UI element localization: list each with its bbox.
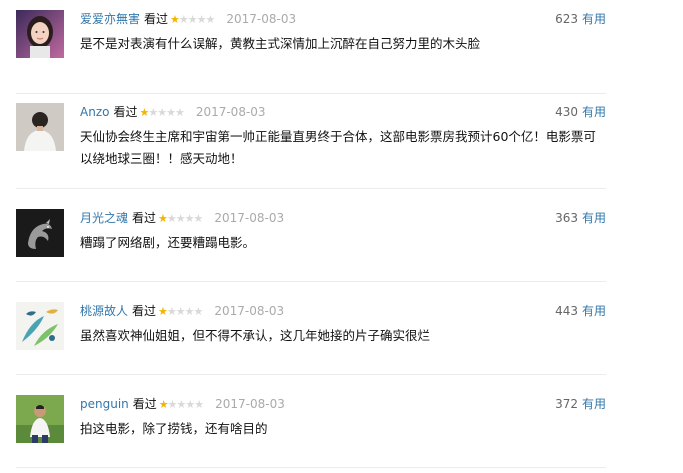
divider [16, 467, 606, 468]
watch-status: 看过 [113, 105, 138, 119]
rating-stars: ★★★★★ [158, 396, 204, 414]
rating-stars: ★★★★★ [170, 11, 215, 29]
vote-count: 443 [555, 304, 578, 318]
useful-button[interactable]: 有用 [582, 304, 606, 318]
vote-area: 430 有用 [555, 103, 606, 121]
avatar[interactable] [16, 302, 64, 350]
rating-stars: ★★★★★ [158, 303, 203, 321]
vote-count: 430 [555, 105, 578, 119]
comment-text: 虽然喜欢神仙姐姐，但不得不承认，这几年她接的片子确实很烂 [80, 328, 431, 343]
comment-date: 2017-08-03 [214, 211, 285, 225]
vote-area: 443 有用 [555, 302, 606, 320]
vote-area: 363 有用 [555, 209, 606, 227]
comment-meta: Anzo 看过 ★★★★★ 2017-08-03 [80, 103, 266, 121]
watch-status: 看过 [132, 211, 157, 225]
divider [16, 188, 606, 189]
vote-count: 623 [555, 12, 578, 26]
comment-date: 2017-08-03 [214, 304, 285, 318]
comment-meta: 爱爱亦無害 看过 ★★★★★ 2017-08-03 [80, 10, 296, 28]
avatar[interactable] [16, 10, 64, 58]
watch-status: 看过 [132, 304, 157, 318]
woman-portrait-icon [16, 10, 64, 58]
star-filled-icon: ★ [158, 398, 169, 411]
useful-button[interactable]: 有用 [582, 12, 606, 26]
comment-meta: 月光之魂 看过 ★★★★★ 2017-08-03 [80, 209, 284, 227]
watch-status: 看过 [144, 12, 169, 26]
vote-count: 363 [555, 211, 578, 225]
rating-stars: ★★★★★ [158, 210, 203, 228]
comment-date: 2017-08-03 [195, 105, 266, 119]
comment-text: 拍这电影，除了捞钱，还有啥目的 [80, 421, 268, 436]
username-link[interactable]: 月光之魂 [80, 211, 128, 225]
vote-area: 372 有用 [555, 395, 606, 413]
star-filled-icon: ★ [170, 13, 180, 26]
star-empty-icon: ★★★★ [166, 212, 203, 225]
man-back-icon [16, 103, 64, 151]
watch-status: 看过 [132, 397, 157, 411]
leaf-art-icon [16, 302, 64, 350]
username-link[interactable]: penguin [80, 397, 129, 411]
useful-button[interactable]: 有用 [582, 105, 606, 119]
vote-count: 372 [555, 397, 578, 411]
avatar[interactable] [16, 103, 64, 151]
username-link[interactable]: Anzo [80, 105, 109, 119]
divider [16, 281, 606, 282]
avatar[interactable] [16, 395, 64, 443]
star-filled-icon: ★ [158, 305, 168, 318]
vote-area: 623 有用 [555, 10, 606, 28]
star-empty-icon: ★★★★ [178, 13, 215, 26]
rating-stars: ★★★★★ [139, 104, 184, 122]
divider [16, 93, 606, 94]
username-link[interactable]: 爱爱亦無害 [80, 12, 140, 26]
star-empty-icon: ★★★★ [148, 106, 184, 119]
comment-meta: 桃源故人 看过 ★★★★★ 2017-08-03 [80, 302, 284, 320]
comment-text: 糟蹋了网络剧，还要糟蹋电影。 [80, 235, 256, 250]
comment-date: 2017-08-03 [226, 12, 297, 26]
star-filled-icon: ★ [158, 212, 168, 225]
star-empty-icon: ★★★★ [167, 398, 204, 411]
username-link[interactable]: 桃源故人 [80, 304, 128, 318]
dragon-icon [16, 209, 64, 257]
useful-button[interactable]: 有用 [582, 211, 606, 225]
useful-button[interactable]: 有用 [582, 397, 606, 411]
avatar[interactable] [16, 209, 64, 257]
comment-date: 2017-08-03 [215, 397, 285, 411]
comment-text: 天仙协会终生主席和宇宙第一帅正能量直男终于合体，这部电影票房我预计60个亿！电影… [80, 129, 596, 166]
divider [16, 374, 606, 375]
comment-meta: penguin 看过 ★★★★★ 2017-08-03 [80, 395, 285, 413]
comment-text: 是不是对表演有什么误解，黄教主式深情加上沉醉在自己努力里的木头脸 [80, 36, 481, 51]
man-outdoor-icon [16, 395, 64, 443]
star-empty-icon: ★★★★ [166, 305, 203, 318]
